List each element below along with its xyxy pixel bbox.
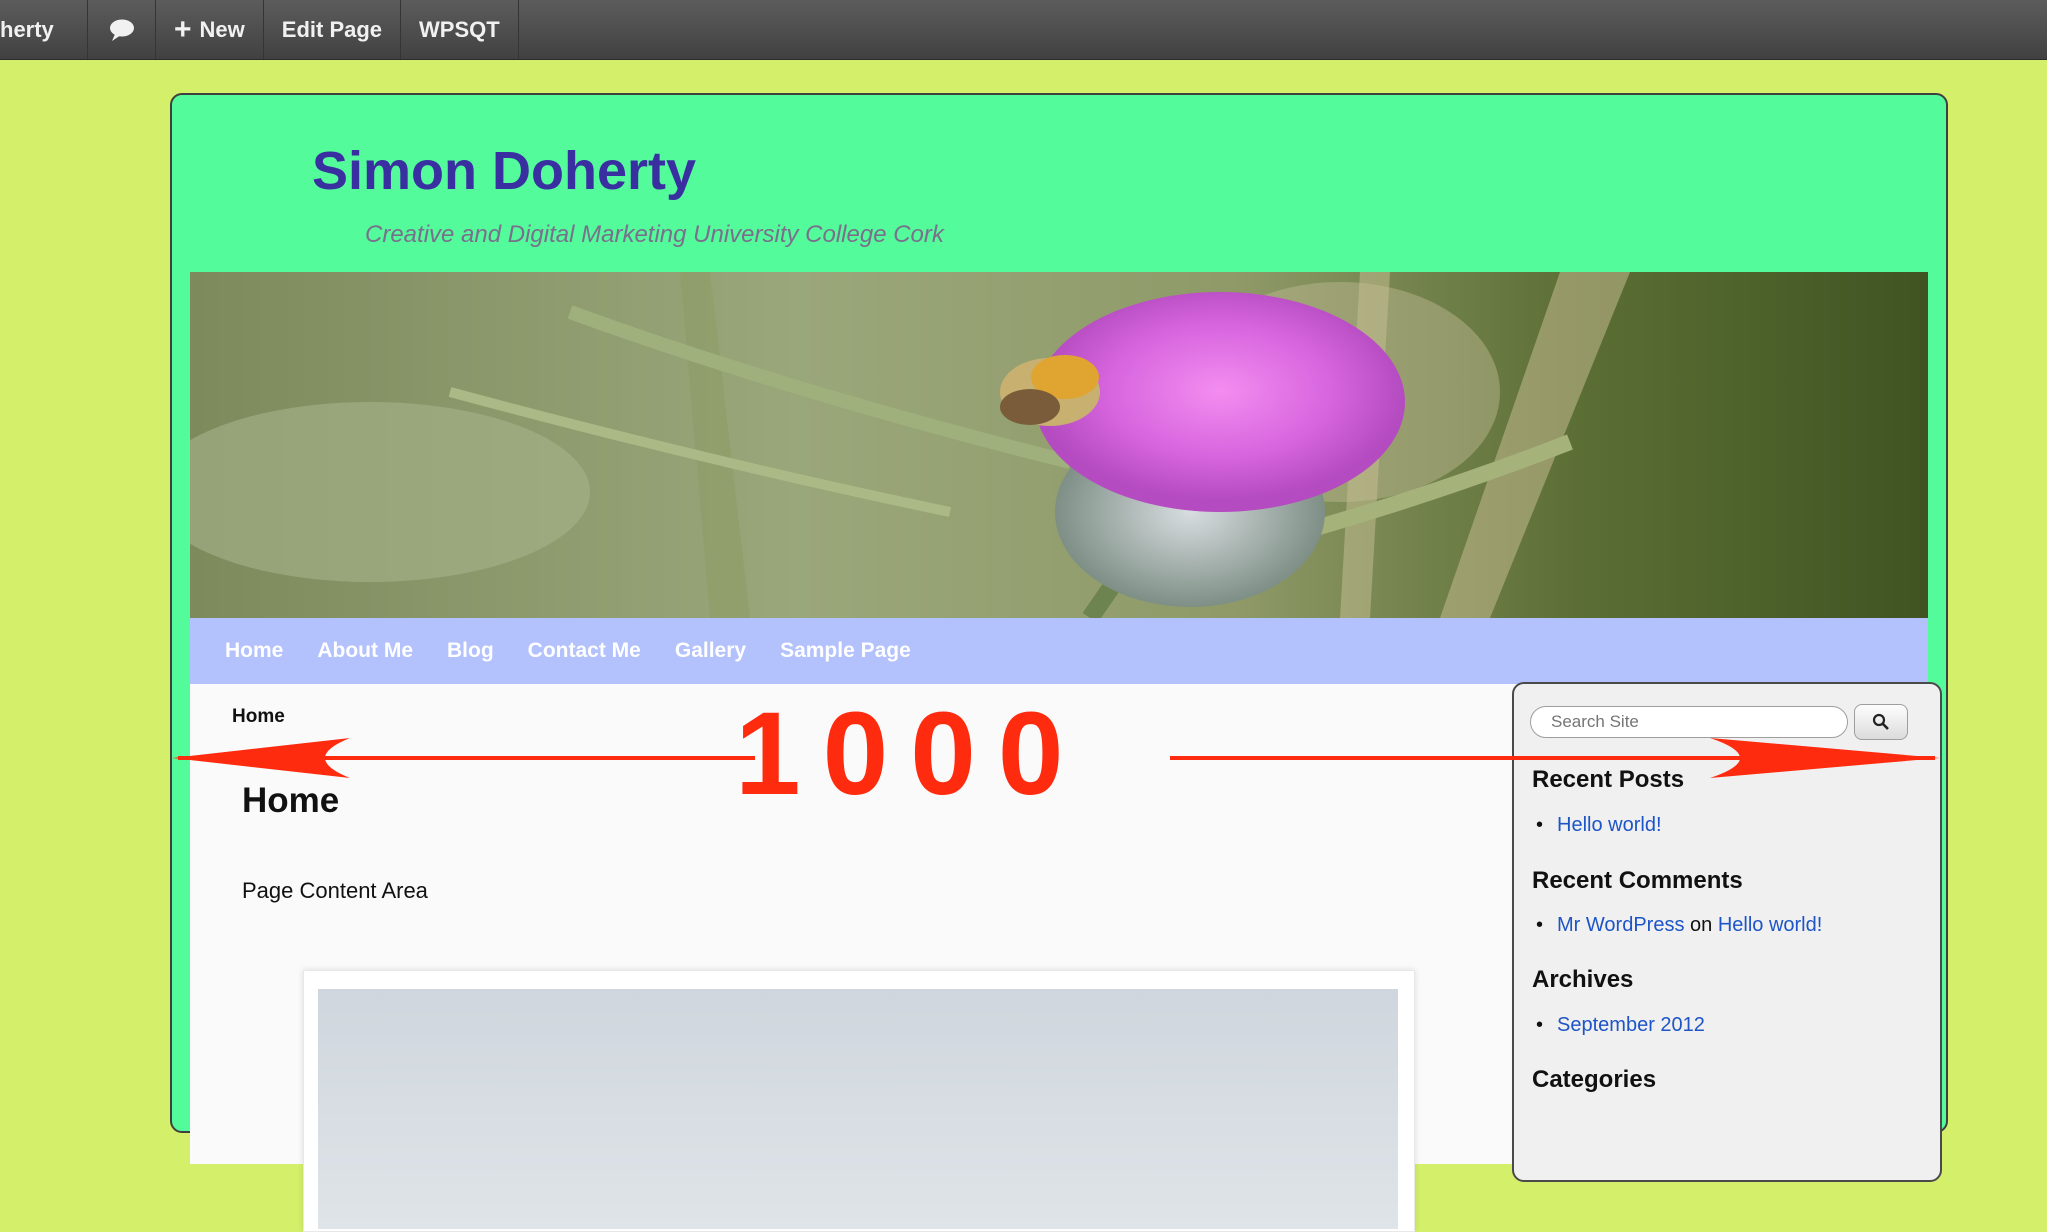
comment-author-link[interactable]: Mr WordPress xyxy=(1557,914,1684,936)
archive-link[interactable]: September 2012 xyxy=(1557,1014,1705,1036)
content-area: Home Home Page Content Area Recent Posts… xyxy=(190,682,1942,1232)
admin-bar-edit-label: Edit Page xyxy=(281,16,383,42)
site-wrapper: Simon Doherty Creative and Digital Marke… xyxy=(170,93,1948,1232)
bullet-icon: • xyxy=(1536,1014,1544,1036)
nav-item-gallery[interactable]: Gallery xyxy=(675,639,746,663)
content-image-frame xyxy=(303,970,1415,1232)
search-button[interactable] xyxy=(1854,704,1908,740)
main-nav: Home About Me Blog Contact Me Gallery Sa… xyxy=(190,618,1928,684)
comment-post-link[interactable]: Hello world! xyxy=(1718,914,1822,936)
admin-bar-user[interactable]: herty xyxy=(0,0,88,59)
admin-bar-wpsqt[interactable]: WPSQT xyxy=(401,0,519,59)
admin-bar-new-label: New xyxy=(199,16,245,42)
sidebar: Recent Posts • Hello world! Recent Commen… xyxy=(1512,682,1942,1182)
nav-item-about-me[interactable]: About Me xyxy=(317,639,413,663)
nav-item-sample-page[interactable]: Sample Page xyxy=(780,639,911,663)
comment-bubble-icon xyxy=(109,19,134,41)
recent-posts-title: Recent Posts xyxy=(1532,766,1685,793)
search-input[interactable] xyxy=(1530,706,1848,738)
search-icon xyxy=(1872,713,1889,730)
archives-title: Archives xyxy=(1532,966,1634,993)
list-item: • September 2012 xyxy=(1536,1014,1705,1037)
list-item: • Mr WordPress on Hello world! xyxy=(1536,914,1822,937)
admin-bar-edit-page[interactable]: Edit Page xyxy=(264,0,402,59)
breadcrumb[interactable]: Home xyxy=(232,706,285,728)
recent-comments-title: Recent Comments xyxy=(1532,867,1743,894)
nav-item-home[interactable]: Home xyxy=(225,639,283,663)
categories-title: Categories xyxy=(1532,1066,1657,1093)
nav-item-blog[interactable]: Blog xyxy=(447,639,494,663)
bullet-icon: • xyxy=(1536,914,1544,936)
header-image xyxy=(190,272,1928,618)
site-title[interactable]: Simon Doherty xyxy=(312,140,696,202)
plus-icon: + xyxy=(174,12,192,46)
admin-bar-new[interactable]: + New xyxy=(156,0,264,59)
list-item: • Hello world! xyxy=(1536,814,1662,837)
site-description: Creative and Digital Marketing Universit… xyxy=(365,221,944,248)
recent-post-link[interactable]: Hello world! xyxy=(1557,814,1661,836)
bullet-icon: • xyxy=(1536,814,1544,836)
admin-bar-comments[interactable] xyxy=(88,0,156,59)
content-image[interactable] xyxy=(318,989,1398,1229)
comment-on-text: on xyxy=(1690,914,1713,936)
nav-item-contact-me[interactable]: Contact Me xyxy=(528,639,641,663)
page-title: Home xyxy=(242,781,340,820)
admin-bar-wpsqt-label: WPSQT xyxy=(419,16,500,42)
admin-bar-user-label: herty xyxy=(0,16,54,42)
page-content-text: Page Content Area xyxy=(242,878,428,903)
admin-bar: herty + New Edit Page WPSQT xyxy=(0,0,2047,60)
